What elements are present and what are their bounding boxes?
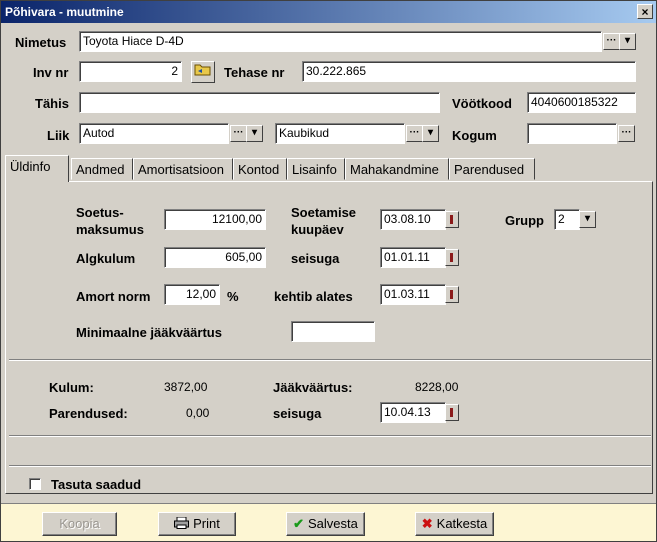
tab-uldinfo[interactable]: Üldinfo	[5, 155, 69, 182]
calendar-icon[interactable]	[445, 404, 459, 421]
salvesta-button[interactable]: ✔ Salvesta	[286, 512, 365, 536]
nimetus-input[interactable]: Toyota Hiace D-4D	[79, 31, 602, 52]
calendar-icon[interactable]	[445, 249, 459, 266]
tab-amortisatsioon[interactable]: Amortisatsioon	[133, 158, 233, 180]
nimetus-label: Nimetus	[15, 35, 67, 50]
invnr-label: Inv nr	[33, 65, 69, 80]
tasuta-saadud-checkbox[interactable]	[29, 478, 41, 490]
checkmark-icon: ✔	[293, 516, 305, 531]
vootkood-input[interactable]: 4040600185322	[527, 92, 636, 113]
jaakvaartus-label: Jääkväärtus:	[273, 380, 353, 395]
amort-norm-label: Amort norm	[76, 289, 151, 304]
close-button[interactable]: ×	[637, 4, 653, 19]
algkulum-label: Algkulum	[76, 251, 136, 266]
tab-lisainfo[interactable]: Lisainfo	[287, 158, 345, 180]
tasuta-saadud-label: Tasuta saadud	[51, 477, 142, 492]
liik-ellipsis-button[interactable]: ···	[230, 125, 247, 142]
vootkood-label: Vöötkood	[452, 96, 512, 111]
koopia-button[interactable]: Koopia	[42, 512, 117, 536]
print-label: Print	[193, 516, 220, 531]
tab-bar: Üldinfo Andmed Amortisatsioon Kontod Lis…	[5, 155, 655, 182]
tab-andmed[interactable]: Andmed	[71, 158, 133, 180]
tahis-label: Tähis	[35, 96, 69, 111]
kulum-label: Kulum:	[49, 380, 94, 395]
jaakvaartus-value: 8228,00	[415, 380, 459, 394]
soetus-label-1: Soetus-	[76, 205, 124, 220]
katkesta-label: Katkesta	[436, 516, 488, 531]
print-button[interactable]: Print	[158, 512, 236, 536]
invnr-input[interactable]: 2	[79, 61, 182, 82]
nimetus-dropdown-button[interactable]: ▾	[619, 33, 636, 50]
katkesta-button[interactable]: ✖ Katkesta	[415, 512, 494, 536]
window-title: Põhivara - muutmine	[5, 5, 124, 19]
kogum-ellipsis-button[interactable]: ···	[618, 125, 635, 142]
liik2-dropdown-button[interactable]: ▾	[422, 125, 439, 142]
seisuga-summary-input[interactable]: 10.04.13	[380, 402, 446, 423]
kehtib-alates-input[interactable]: 01.03.11	[380, 284, 446, 305]
grupp-dropdown-button[interactable]: ▾	[579, 211, 596, 228]
soetamise-label-2: kuupäev	[291, 222, 344, 237]
min-jaakvaartus-input[interactable]	[291, 321, 375, 342]
seisuga-input[interactable]: 01.01.11	[380, 247, 446, 268]
soetamise-label-1: Soetamise	[291, 205, 357, 220]
tehase-label: Tehase nr	[224, 65, 285, 80]
kulum-value: 3872,00	[164, 380, 208, 394]
seisuga-summary-label: seisuga	[273, 406, 322, 421]
grupp-select[interactable]: 2	[554, 209, 580, 230]
tehase-input[interactable]: 30.222.865	[302, 61, 636, 82]
folder-icon[interactable]	[191, 61, 215, 83]
tahis-input[interactable]	[79, 92, 440, 113]
divider	[9, 359, 651, 361]
percent-label: %	[227, 289, 239, 304]
kehtib-alates-label: kehtib alates	[274, 289, 353, 304]
tab-parendused[interactable]: Parendused	[449, 158, 535, 180]
salvesta-label: Salvesta	[308, 516, 358, 531]
seisuga-label: seisuga	[291, 251, 340, 266]
divider	[9, 465, 651, 467]
min-jaakvaartus-label: Minimaalne jääkväärtus	[76, 325, 222, 340]
calendar-icon[interactable]	[445, 286, 459, 303]
kogum-label: Kogum	[452, 128, 497, 143]
tab-mahakandmine[interactable]: Mahakandmine	[345, 158, 449, 180]
grupp-label: Grupp	[505, 213, 544, 228]
tab-kontod[interactable]: Kontod	[233, 158, 287, 180]
button-bar: Koopia Print ✔ Salvesta ✖ Katkesta	[1, 503, 656, 541]
liik2-ellipsis-button[interactable]: ···	[406, 125, 423, 142]
soetusmaksumus-input[interactable]: 12100,00	[164, 209, 266, 230]
parendused-label: Parendused:	[49, 406, 128, 421]
dialog-window: Põhivara - muutmine × Nimetus Toyota Hia…	[0, 0, 657, 542]
liik-input[interactable]: Autod	[79, 123, 229, 144]
printer-icon	[174, 513, 190, 534]
koopia-label: Koopia	[59, 516, 100, 531]
soetamise-kuupaev-input[interactable]: 03.08.10	[380, 209, 446, 230]
nimetus-ellipsis-button[interactable]: ···	[603, 33, 620, 50]
liik-dropdown-button[interactable]: ▾	[246, 125, 263, 142]
calendar-icon[interactable]	[445, 211, 459, 228]
soetus-label-2: maksumus	[76, 222, 144, 237]
cross-icon: ✖	[421, 516, 433, 531]
parendused-value: 0,00	[186, 406, 210, 420]
divider	[9, 435, 651, 437]
liik2-input[interactable]: Kaubikud	[275, 123, 405, 144]
liik-label: Liik	[47, 128, 70, 143]
amort-norm-input[interactable]: 12,00	[164, 284, 220, 305]
kogum-input[interactable]	[527, 123, 617, 144]
title-bar: Põhivara - muutmine ×	[1, 1, 656, 23]
algkulum-input[interactable]: 605,00	[164, 247, 266, 268]
